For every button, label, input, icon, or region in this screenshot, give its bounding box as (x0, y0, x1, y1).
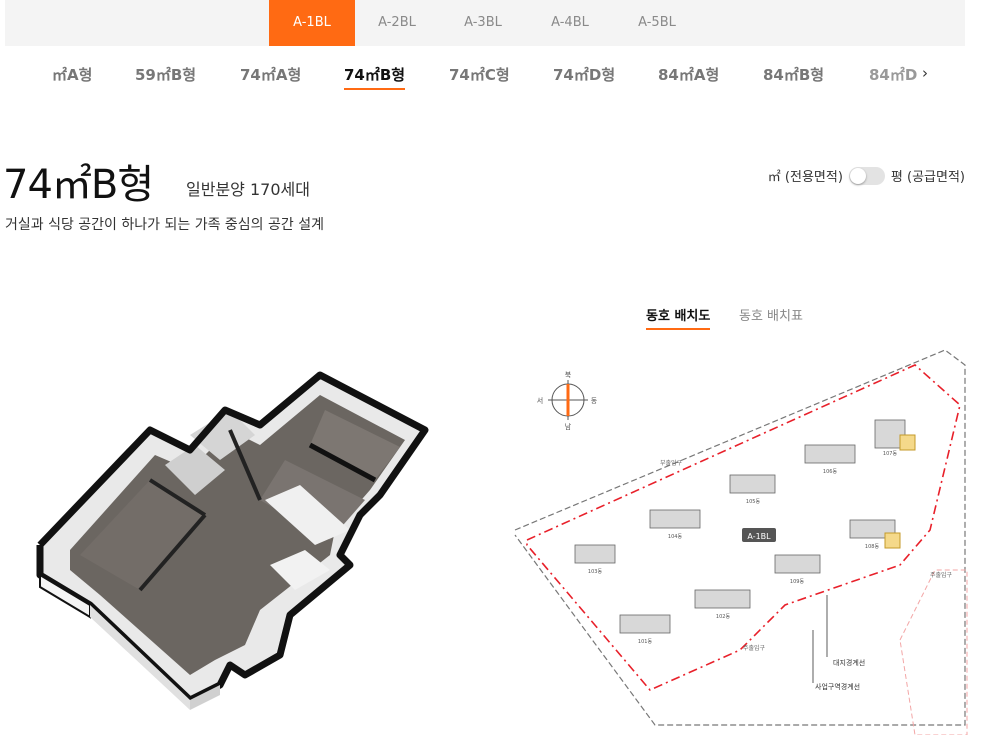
bldg-102: 102동 (716, 614, 731, 620)
tab-layout-map[interactable]: 동호 배치도 (646, 305, 711, 330)
bldg-101: 101동 (638, 639, 653, 645)
gate-sub-1: 부출입구 (660, 459, 683, 467)
gate-main-2: 주출입구 (930, 571, 953, 579)
bldg-109: 109동 (790, 579, 805, 585)
type-tab-74d[interactable]: 74㎡D형 (553, 64, 615, 85)
type-tab-84b[interactable]: 84㎡B형 (763, 64, 824, 85)
page-description: 거실과 식당 공간이 하나가 되는 가족 중심의 공간 설계 (5, 217, 324, 233)
bldg-107: 107동 (883, 451, 898, 457)
legend-project-boundary: 사업구역경계선 (815, 682, 860, 691)
unit-toggle: ㎡ (전용면적) 평 (공급면적) (768, 166, 965, 185)
page-subtitle: 일반분양 170세대 (186, 180, 310, 199)
legend-site-boundary: 대지경계선 (833, 658, 865, 667)
floor-plan-3d-image (36, 371, 429, 710)
bldg-106: 106동 (823, 469, 838, 475)
block-tab-a3[interactable]: A-3BL (440, 0, 526, 46)
bldg-104: 104동 (668, 534, 683, 540)
type-tab-84d[interactable]: 84㎡D (869, 64, 917, 85)
unit-label-sqm: ㎡ (전용면적) (767, 170, 843, 185)
bldg-105: 105동 (746, 499, 761, 505)
block-tab-a1[interactable]: A-1BL (269, 0, 355, 46)
type-tab-74a[interactable]: 74㎡A형 (240, 64, 301, 85)
block-label: A-1BL (747, 532, 771, 541)
unit-label-pyeong: 평 (공급면적) (890, 170, 965, 185)
block-tab-a2[interactable]: A-2BL (354, 0, 440, 46)
bldg-103: 103동 (588, 569, 603, 575)
switch-knob (849, 167, 866, 184)
type-tab-74b[interactable]: 74㎡B형 (344, 64, 406, 90)
tab-layout-table[interactable]: 동호 배치표 (739, 305, 803, 324)
highlight-unit-108 (884, 532, 901, 549)
gate-main-1: 주출입구 (743, 644, 766, 652)
page-title: 74㎡B형 (3, 162, 154, 208)
type-tab-74c[interactable]: 74㎡C형 (449, 64, 510, 85)
site-layout-map: A-1BL 103동 104동 105동 106동 107동 101동 102동… (514, 349, 968, 735)
block-tab-a4[interactable]: A-4BL (527, 0, 613, 46)
bldg-108: 108동 (865, 544, 880, 550)
chevron-right-icon[interactable]: › (922, 64, 928, 82)
type-tab-84a[interactable]: 84㎡A형 (658, 64, 719, 85)
unit-switch[interactable] (848, 166, 885, 185)
type-tab-59b[interactable]: 59㎡B형 (135, 64, 196, 85)
block-tab-a5[interactable]: A-5BL (614, 0, 700, 46)
type-tab-a[interactable]: ㎡A형 (52, 64, 92, 85)
highlight-unit-107 (899, 434, 916, 451)
